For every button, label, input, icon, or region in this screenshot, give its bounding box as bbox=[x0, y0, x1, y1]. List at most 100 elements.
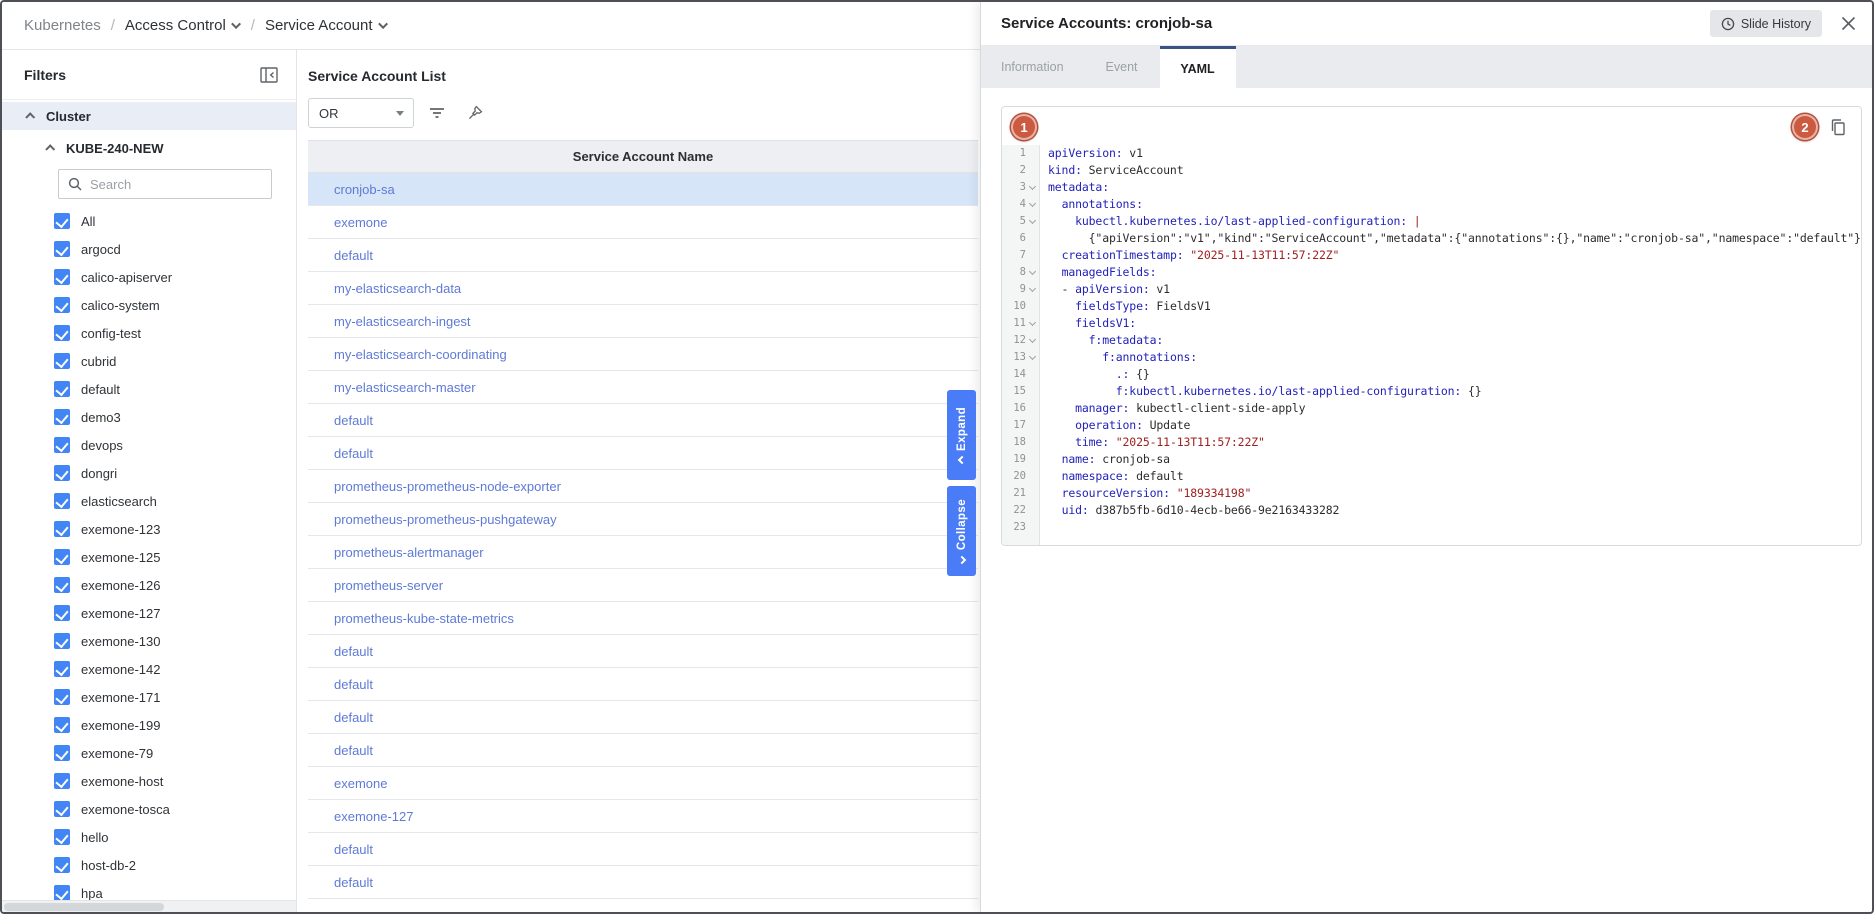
fold-chevron-icon[interactable] bbox=[1026, 356, 1038, 359]
checkbox-checked-icon[interactable] bbox=[54, 465, 70, 481]
namespace-checkbox-item[interactable]: exemone-host bbox=[54, 767, 296, 795]
collapse-sidebar-button[interactable] bbox=[258, 65, 280, 85]
service-account-row[interactable]: default bbox=[308, 866, 978, 899]
checkbox-checked-icon[interactable] bbox=[54, 857, 70, 873]
service-account-row[interactable]: default bbox=[308, 734, 978, 767]
namespace-checkbox-item[interactable]: default bbox=[54, 375, 296, 403]
checkbox-checked-icon[interactable] bbox=[54, 241, 70, 257]
namespace-checkbox-item[interactable]: exemone-199 bbox=[54, 711, 296, 739]
service-account-row[interactable]: prometheus-prometheus-pushgateway bbox=[308, 503, 978, 536]
service-account-row[interactable]: default bbox=[308, 668, 978, 701]
namespace-checkbox-item[interactable]: elasticsearch bbox=[54, 487, 296, 515]
service-account-row[interactable]: my-elasticsearch-master bbox=[308, 371, 978, 404]
namespace-checkbox-item[interactable]: hello bbox=[54, 823, 296, 851]
service-account-row[interactable]: default bbox=[308, 239, 978, 272]
namespace-checkbox-item[interactable]: dongri bbox=[54, 459, 296, 487]
namespace-checkbox-item[interactable]: host-db-2 bbox=[54, 851, 296, 879]
checkbox-checked-icon[interactable] bbox=[54, 521, 70, 537]
namespace-checkbox-item[interactable]: calico-apiserver bbox=[54, 263, 296, 291]
collapse-button[interactable]: Collapse bbox=[947, 486, 976, 576]
tab-information[interactable]: Information bbox=[981, 46, 1084, 88]
tree-node-kube-240-new[interactable]: KUBE-240-NEW bbox=[2, 134, 296, 162]
checkbox-checked-icon[interactable] bbox=[54, 661, 70, 677]
search-input[interactable] bbox=[90, 177, 250, 192]
slide-history-button[interactable]: Slide History bbox=[1710, 10, 1822, 37]
checkbox-checked-icon[interactable] bbox=[54, 829, 70, 845]
namespace-checkbox-item[interactable]: calico-system bbox=[54, 291, 296, 319]
checkbox-checked-icon[interactable] bbox=[54, 325, 70, 341]
namespace-checkbox-item[interactable]: demo3 bbox=[54, 403, 296, 431]
service-account-row[interactable]: default bbox=[308, 635, 978, 668]
tab-event[interactable]: Event bbox=[1084, 46, 1160, 88]
breadcrumb-item-access-control[interactable]: Access Control bbox=[125, 17, 241, 34]
fold-chevron-icon[interactable] bbox=[1026, 288, 1038, 291]
pin-button[interactable] bbox=[460, 98, 490, 128]
namespace-checkbox-item[interactable]: exemone-126 bbox=[54, 571, 296, 599]
namespace-checkbox-item[interactable]: devops bbox=[54, 431, 296, 459]
service-account-row[interactable]: default bbox=[308, 437, 978, 470]
service-account-row[interactable]: prometheus-alertmanager bbox=[308, 536, 978, 569]
namespace-checkbox-item[interactable]: exemone-tosca bbox=[54, 795, 296, 823]
service-account-row[interactable]: default bbox=[308, 833, 978, 866]
checkbox-checked-icon[interactable] bbox=[54, 717, 70, 733]
namespace-checkbox-item[interactable]: exemone-79 bbox=[54, 739, 296, 767]
namespace-checkbox-item[interactable]: exemone-130 bbox=[54, 627, 296, 655]
checkbox-checked-icon[interactable] bbox=[54, 269, 70, 285]
fold-chevron-icon[interactable] bbox=[1026, 271, 1038, 274]
filter-button[interactable] bbox=[422, 98, 452, 128]
service-account-row[interactable]: exemone bbox=[308, 206, 978, 239]
checkbox-checked-icon[interactable] bbox=[54, 353, 70, 369]
checkbox-checked-icon[interactable] bbox=[54, 549, 70, 565]
copy-yaml-button[interactable] bbox=[1825, 115, 1849, 139]
service-account-row[interactable]: exemone-127 bbox=[308, 800, 978, 833]
fold-chevron-icon[interactable] bbox=[1026, 322, 1038, 325]
checkbox-checked-icon[interactable] bbox=[54, 689, 70, 705]
service-account-row[interactable]: prometheus-prometheus-node-exporter bbox=[308, 470, 978, 503]
checkbox-checked-icon[interactable] bbox=[54, 773, 70, 789]
service-account-row[interactable]: default bbox=[308, 404, 978, 437]
table-column-header[interactable]: Service Account Name bbox=[308, 140, 978, 173]
checkbox-checked-icon[interactable] bbox=[54, 577, 70, 593]
scrollbar-thumb[interactable] bbox=[4, 903, 164, 911]
namespace-checkbox-item[interactable]: exemone-123 bbox=[54, 515, 296, 543]
checkbox-checked-icon[interactable] bbox=[54, 885, 70, 901]
close-panel-button[interactable] bbox=[1838, 14, 1858, 34]
checkbox-checked-icon[interactable] bbox=[54, 801, 70, 817]
namespace-checkbox-item[interactable]: exemone-125 bbox=[54, 543, 296, 571]
breadcrumb-root[interactable]: Kubernetes bbox=[24, 17, 101, 34]
service-account-row[interactable]: my-elasticsearch-coordinating bbox=[308, 338, 978, 371]
service-account-row[interactable]: prometheus-server bbox=[308, 569, 978, 602]
breadcrumb-item-service-account[interactable]: Service Account bbox=[265, 17, 388, 34]
namespace-checkbox-item[interactable]: All bbox=[54, 207, 296, 235]
namespace-checkbox-item[interactable]: exemone-142 bbox=[54, 655, 296, 683]
fold-chevron-icon[interactable] bbox=[1026, 186, 1038, 189]
fold-chevron-icon[interactable] bbox=[1026, 203, 1038, 206]
service-account-row[interactable]: my-elasticsearch-ingest bbox=[308, 305, 978, 338]
checkbox-checked-icon[interactable] bbox=[54, 745, 70, 761]
tree-node-cluster[interactable]: Cluster bbox=[2, 102, 296, 130]
namespace-checkbox-item[interactable]: argocd bbox=[54, 235, 296, 263]
namespace-checkbox-item[interactable]: cubrid bbox=[54, 347, 296, 375]
checkbox-checked-icon[interactable] bbox=[54, 633, 70, 649]
checkbox-checked-icon[interactable] bbox=[54, 381, 70, 397]
yaml-editor[interactable]: 1apiVersion: v12kind: ServiceAccount3met… bbox=[1002, 145, 1861, 545]
checkbox-checked-icon[interactable] bbox=[54, 493, 70, 509]
checkbox-checked-icon[interactable] bbox=[54, 213, 70, 229]
namespace-checkbox-item[interactable]: exemone-171 bbox=[54, 683, 296, 711]
checkbox-checked-icon[interactable] bbox=[54, 409, 70, 425]
checkbox-checked-icon[interactable] bbox=[54, 297, 70, 313]
fold-chevron-icon[interactable] bbox=[1026, 339, 1038, 342]
service-account-row[interactable]: prometheus-kube-state-metrics bbox=[308, 602, 978, 635]
tab-yaml[interactable]: YAML bbox=[1160, 46, 1236, 88]
filter-operator-select[interactable]: OR bbox=[308, 98, 414, 128]
sidebar-horizontal-scrollbar[interactable] bbox=[2, 900, 296, 912]
expand-button[interactable]: Expand bbox=[947, 390, 976, 480]
checkbox-checked-icon[interactable] bbox=[54, 437, 70, 453]
namespace-checkbox-item[interactable]: exemone-127 bbox=[54, 599, 296, 627]
service-account-row[interactable]: exemone bbox=[308, 767, 978, 800]
fold-chevron-icon[interactable] bbox=[1026, 220, 1038, 223]
service-account-row[interactable]: my-elasticsearch-data bbox=[308, 272, 978, 305]
checkbox-checked-icon[interactable] bbox=[54, 605, 70, 621]
service-account-row[interactable]: cronjob-sa bbox=[308, 173, 978, 206]
namespace-checkbox-item[interactable]: config-test bbox=[54, 319, 296, 347]
